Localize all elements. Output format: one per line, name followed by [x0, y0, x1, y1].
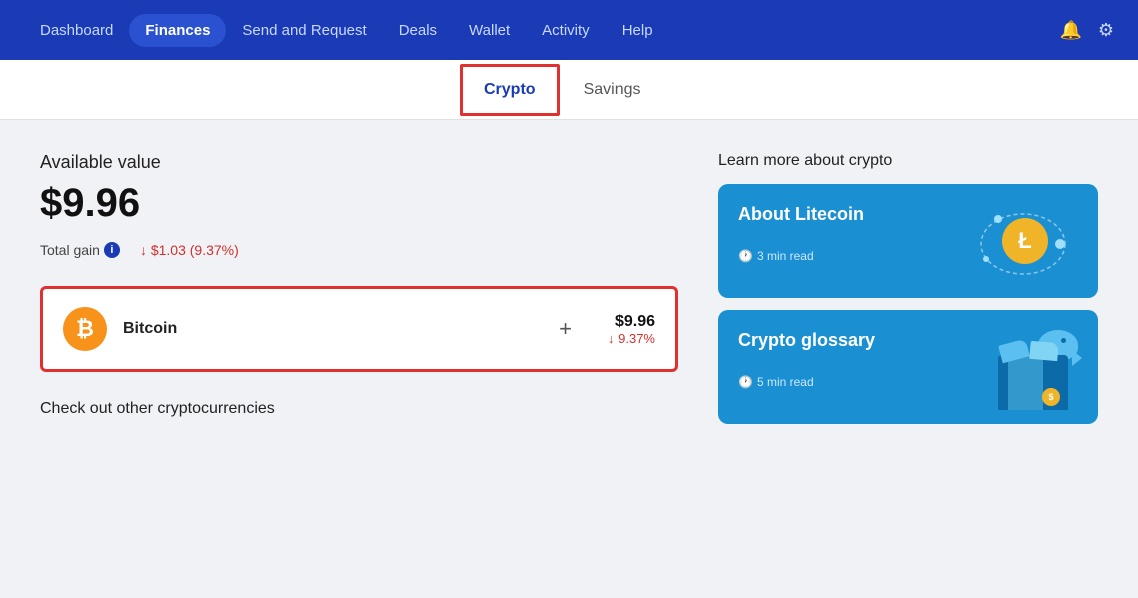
tab-crypto[interactable]: Crypto [460, 64, 560, 116]
book-shape: $ [998, 355, 1068, 410]
whale-tail [1072, 350, 1082, 366]
available-value: $9.96 [40, 181, 678, 226]
whale-eye [1061, 338, 1066, 343]
nav-item-finances[interactable]: Finances [129, 14, 226, 47]
total-gain-value: ↓ $1.03 (9.37%) [140, 242, 239, 258]
litecoin-coin: Ł [1002, 218, 1048, 264]
nav-item-activity[interactable]: Activity [526, 14, 606, 47]
total-gain-label: Total gain i [40, 242, 120, 258]
navigation: Dashboard Finances Send and Request Deal… [0, 0, 1138, 60]
nav-item-wallet[interactable]: Wallet [453, 14, 526, 47]
total-gain-row: Total gain i ↓ $1.03 (9.37%) [40, 242, 678, 258]
bitcoin-card[interactable]: ₿ Bitcoin + $9.96 ↓ 9.37% [40, 286, 678, 372]
book-page-1 [998, 339, 1030, 364]
nav-item-send-request[interactable]: Send and Request [226, 14, 382, 47]
litecoin-card-title: About Litecoin [738, 204, 864, 225]
nav-item-dashboard[interactable]: Dashboard [24, 14, 129, 47]
bitcoin-icon: ₿ [63, 307, 107, 351]
book-coin: $ [1042, 388, 1060, 406]
clock-icon-2: 🕐 [738, 375, 753, 389]
bitcoin-values: $9.96 ↓ 9.37% [608, 313, 655, 346]
book-page-2 [1029, 341, 1058, 361]
available-label: Available value [40, 152, 678, 173]
book-pages [1000, 342, 1058, 360]
glossary-card-content: Crypto glossary 🕐 5 min read [738, 330, 875, 389]
litecoin-read-time: 🕐 3 min read [738, 249, 864, 263]
bitcoin-pct-change: ↓ 9.37% [608, 331, 655, 346]
learn-title: Learn more about crypto [718, 152, 1098, 170]
right-panel: Learn more about crypto About Litecoin 🕐… [718, 152, 1098, 598]
settings-icon[interactable]: ⚙ [1098, 20, 1114, 41]
glossary-card[interactable]: Crypto glossary 🕐 5 min read $ [718, 310, 1098, 424]
glossary-read-time: 🕐 5 min read [738, 375, 875, 389]
tab-savings[interactable]: Savings [560, 63, 665, 117]
check-other-label: Check out other cryptocurrencies [40, 400, 678, 418]
glossary-card-title: Crypto glossary [738, 330, 875, 351]
nav-item-help[interactable]: Help [606, 14, 669, 47]
litecoin-card-content: About Litecoin 🕐 3 min read [738, 204, 864, 263]
main-content: Available value $9.96 Total gain i ↓ $1.… [0, 120, 1138, 598]
book-left-page [1008, 355, 1043, 410]
bitcoin-usd-value: $9.96 [608, 313, 655, 331]
litecoin-card[interactable]: About Litecoin 🕐 3 min read Ł [718, 184, 1098, 298]
clock-icon: 🕐 [738, 249, 753, 263]
left-panel: Available value $9.96 Total gain i ↓ $1.… [40, 152, 678, 598]
notification-icon[interactable]: 🔔 [1059, 20, 1081, 41]
add-crypto-button[interactable]: + [539, 316, 592, 342]
nav-item-deals[interactable]: Deals [383, 14, 453, 47]
glossary-illustration: $ [988, 330, 1078, 410]
tab-bar: Crypto Savings [0, 60, 1138, 120]
total-gain-info-icon[interactable]: i [104, 242, 120, 258]
litecoin-illustration: Ł [978, 204, 1078, 284]
bitcoin-name: Bitcoin [123, 320, 523, 338]
